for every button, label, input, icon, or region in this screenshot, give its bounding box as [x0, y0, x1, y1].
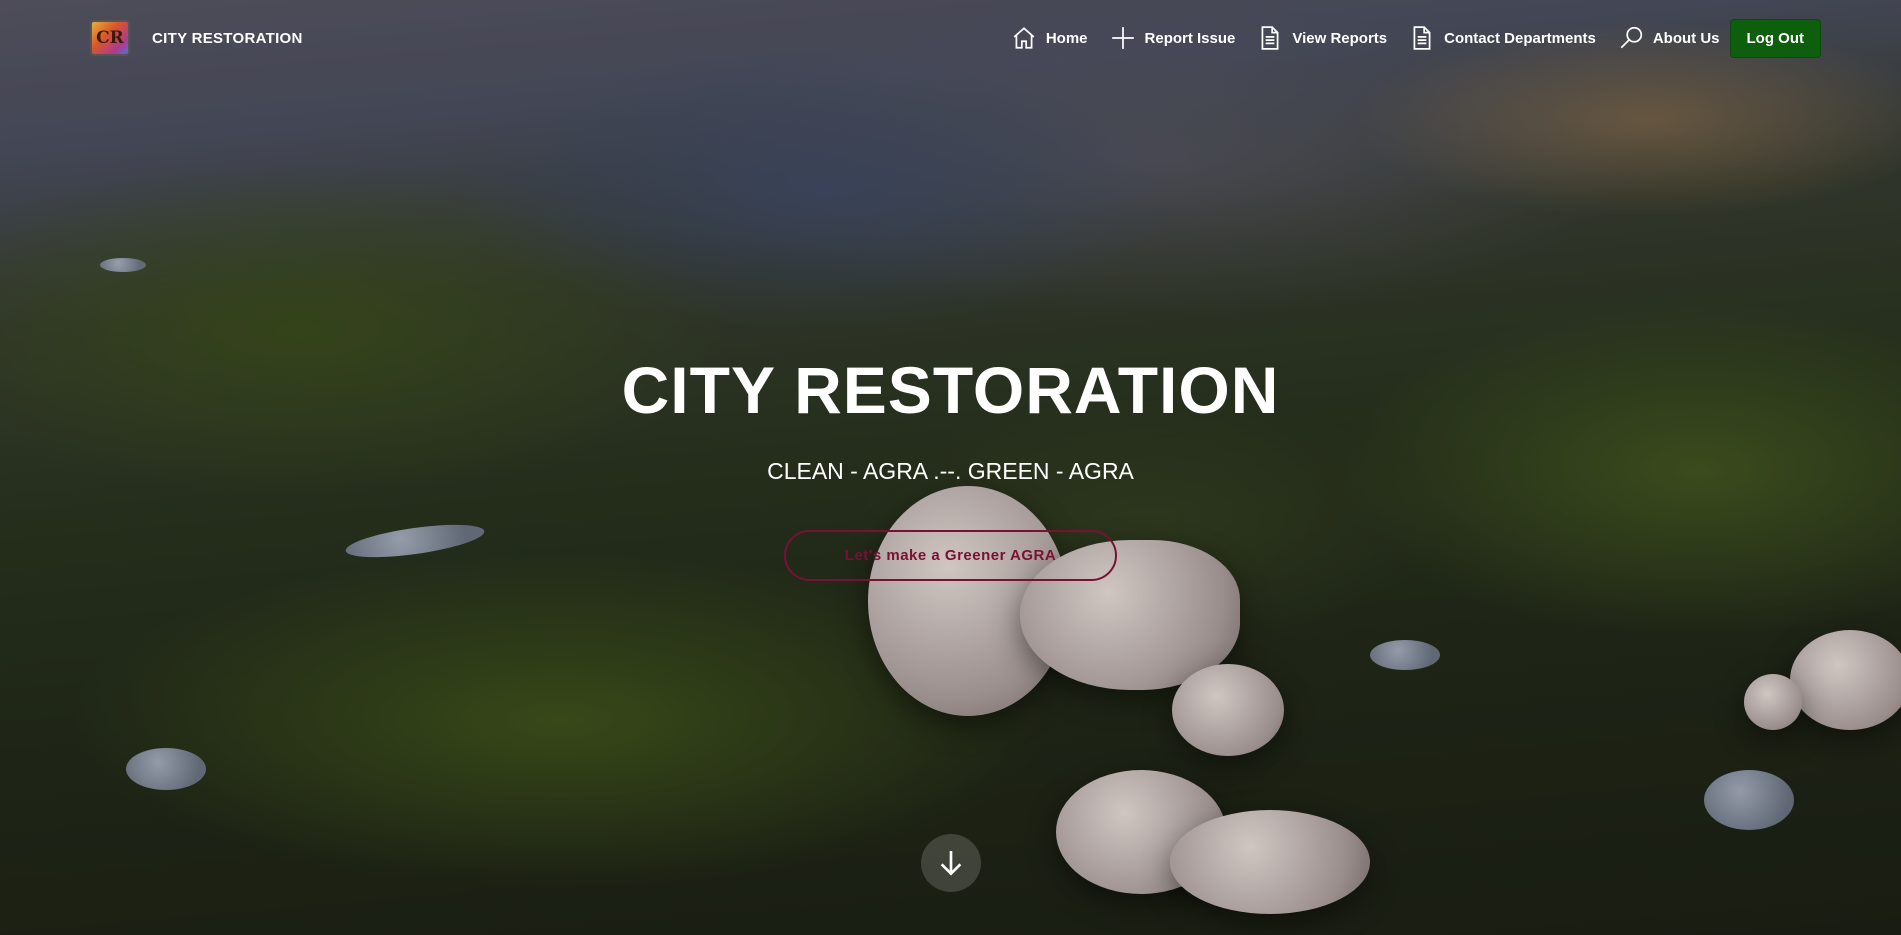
- background-shell: [1744, 674, 1802, 730]
- nav-item-label: About Us: [1652, 29, 1720, 47]
- plus-icon: [1111, 27, 1134, 49]
- brand-logo[interactable]: CR: [90, 20, 130, 56]
- brand-name[interactable]: CITY RESTORATION: [152, 30, 303, 47]
- background-stone: [100, 258, 146, 272]
- background-stone: [126, 748, 206, 790]
- nav-item-label: Contact Departments: [1444, 29, 1596, 47]
- nav-item-label: View Reports: [1292, 29, 1388, 47]
- background-stone: [1370, 640, 1440, 670]
- cta-button[interactable]: Let's make a Greener AGRA: [784, 530, 1117, 581]
- nav-item-label: Home: [1045, 29, 1088, 47]
- brand[interactable]: CR CITY RESTORATION: [90, 18, 303, 58]
- scroll-down-button[interactable]: [921, 834, 981, 892]
- hero-section: CR CITY RESTORATION Home Report Issue Vi…: [0, 0, 1901, 935]
- document-icon: [1413, 26, 1431, 50]
- nav-item-contact-departments[interactable]: Contact Departments: [1409, 25, 1596, 51]
- nav-item-view-reports[interactable]: View Reports: [1257, 25, 1387, 51]
- brand-logo-text: CR: [96, 28, 124, 48]
- background-shell: [1172, 664, 1284, 756]
- nav-item-label: Report Issue: [1144, 29, 1236, 47]
- cta-label: Let's make a Greener AGRA: [844, 547, 1057, 564]
- hero-subtitle: CLEAN - AGRA .--. GREEN - AGRA: [767, 458, 1134, 484]
- arrow-down-icon: [940, 851, 962, 876]
- background-stone: [343, 518, 487, 564]
- nav-item-report-issue[interactable]: Report Issue: [1110, 25, 1236, 51]
- main-nav: Home Report Issue View Reports Contact D…: [989, 18, 1821, 58]
- background-shell: [1790, 630, 1901, 730]
- search-icon: [1620, 26, 1643, 49]
- nav-item-home[interactable]: Home: [1011, 25, 1088, 51]
- nav-item-about-us[interactable]: About Us: [1618, 25, 1720, 51]
- background-stone: [1704, 770, 1794, 830]
- home-icon: [1013, 27, 1035, 49]
- logout-button[interactable]: Log Out: [1729, 18, 1821, 58]
- hero-title: CITY RESTORATION: [621, 353, 1280, 427]
- background-shell: [1170, 810, 1370, 914]
- document-icon: [1261, 26, 1279, 50]
- top-navbar: CR CITY RESTORATION Home Report Issue Vi…: [0, 0, 1901, 76]
